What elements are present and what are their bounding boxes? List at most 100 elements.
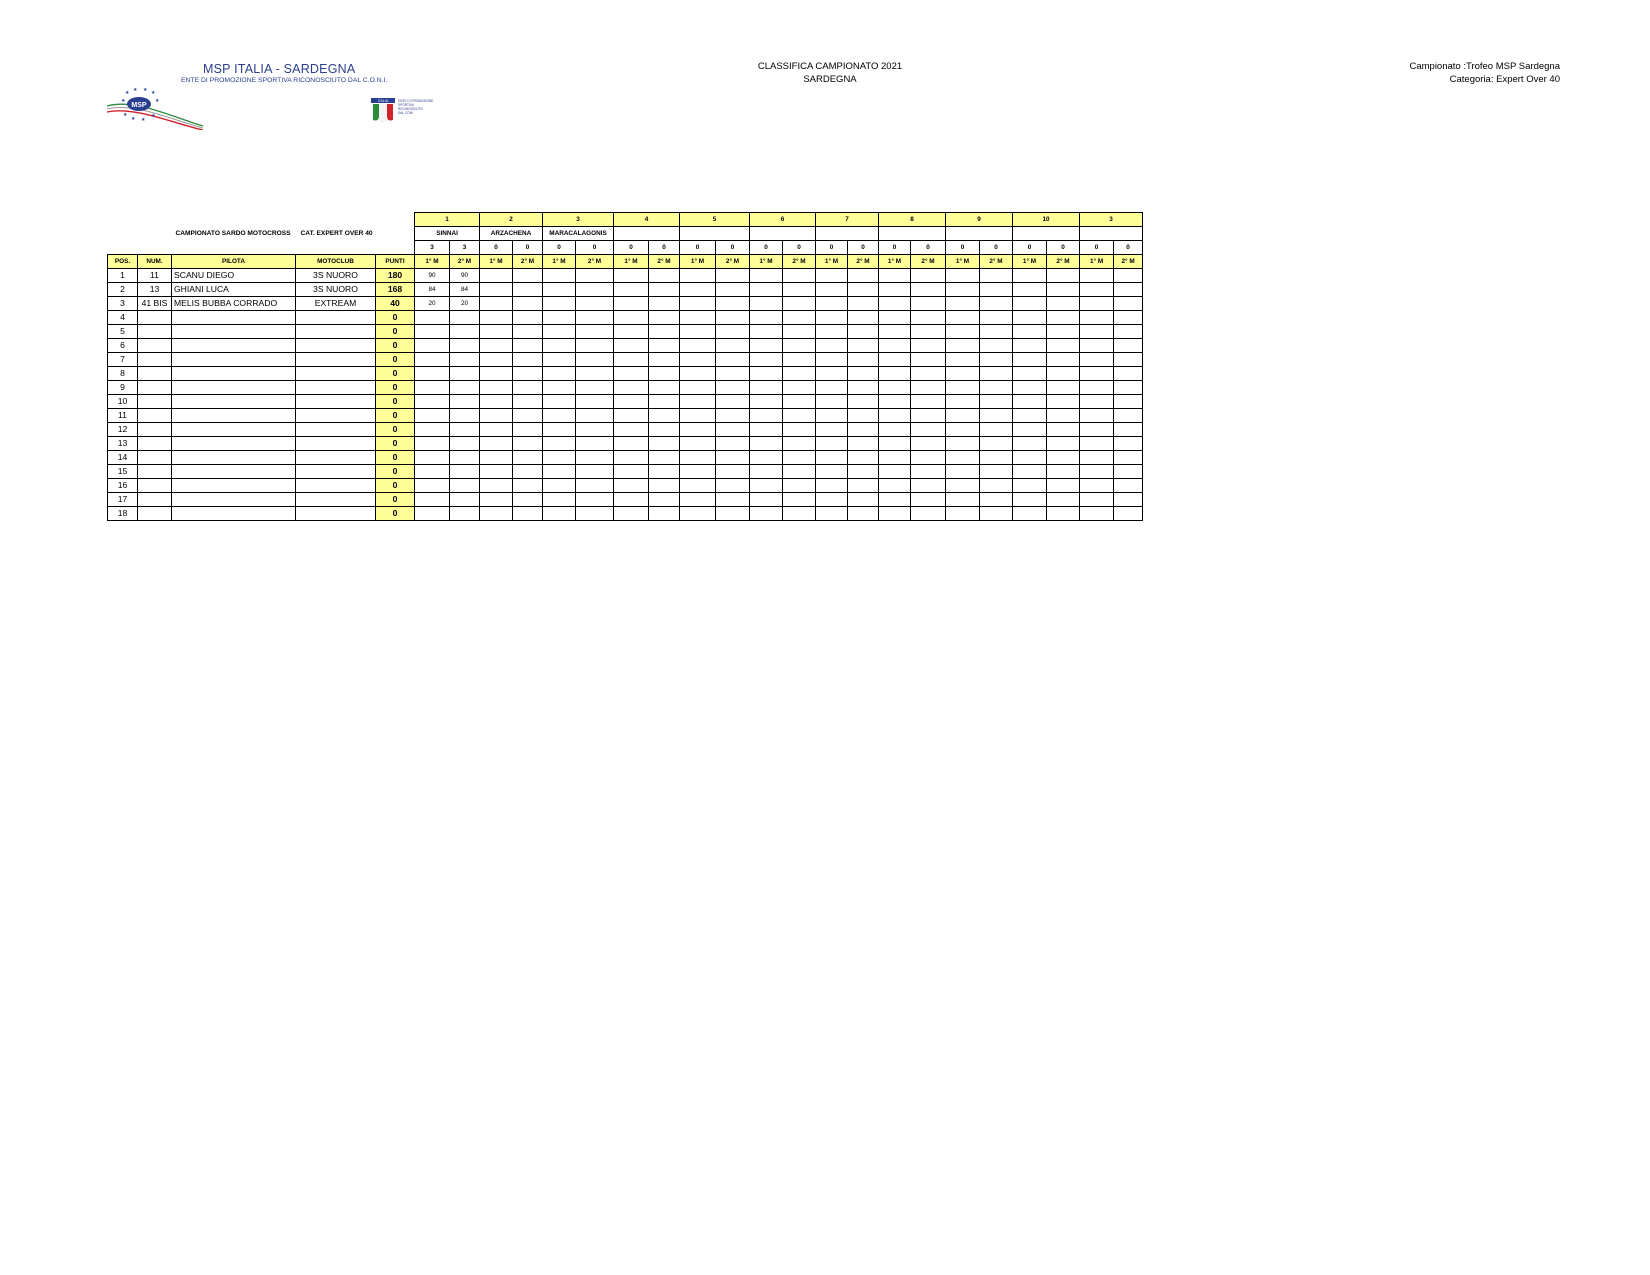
race-score-cell: [414, 408, 451, 423]
race-score-cell: [613, 268, 650, 283]
race-score-cell: [479, 296, 514, 311]
race-score-cell: [910, 296, 947, 311]
race-score-cell: [1079, 408, 1115, 423]
race-score-cell: [847, 324, 880, 339]
race-score-cell: [878, 296, 912, 311]
table-row: 3 41 BIS MELIS BUBBA CORRADO EXTREAM 40 20 20: [107, 296, 1144, 311]
race-score-cell: [1012, 506, 1048, 521]
race-score-cell: [512, 492, 544, 507]
race-count: 0: [479, 240, 514, 255]
round-number: 9: [945, 212, 1014, 227]
race-score-cell: [1046, 450, 1081, 465]
race-score-cell: [979, 422, 1014, 437]
pos-cell: 11: [107, 408, 138, 423]
race-score-cell: [679, 450, 717, 465]
race-score-cell: [512, 478, 544, 493]
race-score-cell: [749, 492, 784, 507]
race-score-cell: [613, 464, 650, 479]
motoclub-cell: [295, 380, 376, 395]
race-count: 0: [715, 240, 751, 255]
race-score-cell: [782, 506, 817, 521]
race-score-cell: [979, 338, 1014, 353]
race-score-cell: [782, 450, 817, 465]
race-score-cell: [575, 506, 615, 521]
race-label: 2° M: [1046, 254, 1081, 269]
punti-cell: 0: [374, 506, 416, 521]
table-row: 12 0: [107, 422, 1144, 437]
race-score-cell: [479, 394, 514, 409]
race-score-cell: [613, 310, 650, 325]
race-score-cell: [782, 296, 817, 311]
pos-cell: 12: [107, 422, 138, 437]
punti-cell: 0: [374, 380, 416, 395]
race-score-cell: [979, 478, 1014, 493]
race-score-cell: [715, 338, 751, 353]
race-score-cell: [512, 296, 544, 311]
race-score-cell: [575, 352, 615, 367]
race-score-cell: [648, 408, 681, 423]
race-score-cell: [910, 464, 947, 479]
race-score-cell: [1113, 282, 1144, 297]
table-row: 50: [107, 324, 1144, 339]
race-score-cell: [815, 282, 849, 297]
race-score-cell: [910, 352, 947, 367]
race-score-cell: [782, 380, 817, 395]
race-score-cell: [613, 478, 650, 493]
race-score-cell: [1012, 310, 1048, 325]
num-cell: 13: [137, 282, 172, 297]
race-score-cell: [945, 450, 981, 465]
race-score-cell: [575, 324, 615, 339]
race-score-cell: [679, 296, 717, 311]
race-score-cell: [979, 492, 1014, 507]
championship-category: Categoria: Expert Over 40: [1449, 73, 1560, 85]
pilota-cell: [171, 436, 296, 451]
race-score-cell: [749, 310, 784, 325]
race-score-cell: [749, 282, 784, 297]
race-score-cell: [512, 268, 544, 283]
column-header-punti: PUNTI: [374, 254, 416, 269]
race-score-cell: [449, 450, 481, 465]
motoclub-cell: [295, 338, 376, 353]
race-score-cell: [1046, 268, 1081, 283]
race-score-cell: [878, 352, 912, 367]
race-score-cell: [512, 380, 544, 395]
race-score-cell: [910, 268, 947, 283]
race-score-cell: [815, 268, 849, 283]
race-score-cell: [782, 268, 817, 283]
race-score-cell: [1113, 436, 1144, 451]
race-score-cell: [1079, 506, 1115, 521]
race-score-cell: [414, 506, 451, 521]
race-score-cell: [1113, 506, 1144, 521]
num-cell: [137, 338, 172, 353]
punti-cell: 0: [374, 422, 416, 437]
table-row: 17 0: [107, 492, 1144, 507]
race-score-cell: [512, 352, 544, 367]
race-score-cell: [479, 422, 514, 437]
race-score-cell: [648, 492, 681, 507]
race-score-cell: [648, 436, 681, 451]
race-score-cell: [648, 394, 681, 409]
race-score-cell: [613, 282, 650, 297]
race-count: 0: [979, 240, 1014, 255]
org-title: MSP ITALIA - SARDEGNA: [203, 62, 356, 76]
punti-cell: 0: [374, 394, 416, 409]
punti-cell: 0: [374, 478, 416, 493]
title-line-1: CLASSIFICA CAMPIONATO 2021: [757, 61, 903, 72]
race-score-cell: [679, 268, 717, 283]
race-score-cell: [575, 366, 615, 381]
race-score-cell: [878, 408, 912, 423]
motoclub-cell: [295, 436, 376, 451]
race-score-cell: [715, 422, 751, 437]
race-label: 2° M: [847, 254, 880, 269]
pilota-cell: [171, 338, 296, 353]
race-score-cell: [1113, 394, 1144, 409]
standings-table: 1 2 3 4 5 6 7 8 9 10 3 CAMPIONATO SARDO MOTOCROSS CA…: [107, 212, 1144, 521]
race-score-cell: [815, 464, 849, 479]
msp-logo-text: MSP: [131, 102, 147, 109]
race-score-cell: [1079, 366, 1115, 381]
race-score-cell: [1012, 492, 1048, 507]
punti-cell: 0: [374, 492, 416, 507]
race-score-cell: [1046, 352, 1081, 367]
race-score-cell: [910, 394, 947, 409]
race-score-cell: [1012, 422, 1048, 437]
